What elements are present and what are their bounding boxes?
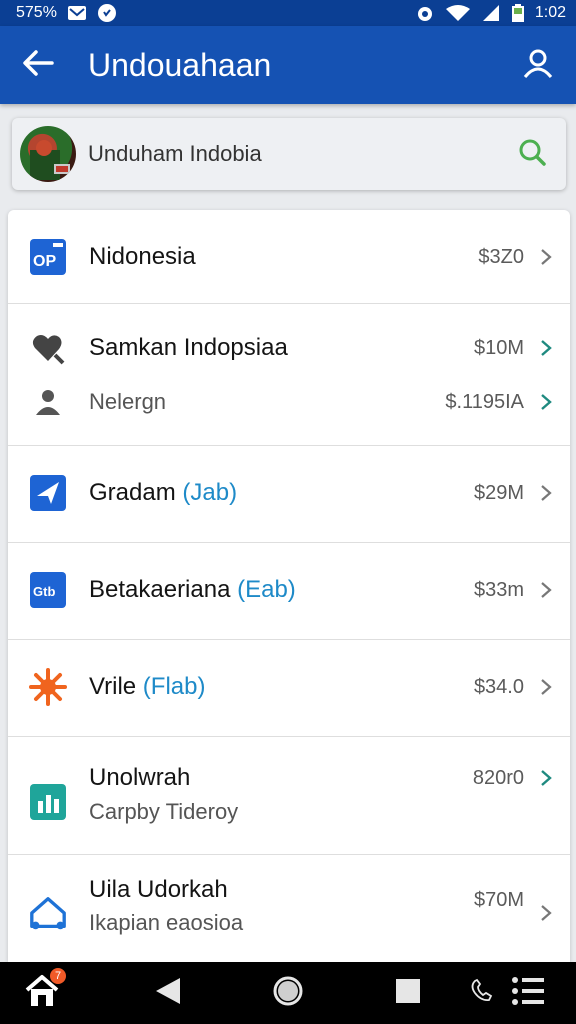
home-app-button[interactable]: 7 — [12, 962, 72, 1024]
item-title-text: Betakaeriana — [89, 576, 231, 603]
chevron-right-icon[interactable] — [538, 338, 554, 358]
chevron-right-icon[interactable] — [538, 580, 554, 600]
item-title: Samkan Indopsiaa — [89, 334, 288, 361]
item-subtitle: Ikapian eaosioa — [89, 910, 244, 935]
search-bar[interactable]: Unduham Indobia — [12, 118, 566, 190]
chevron-right-icon[interactable] — [538, 483, 554, 503]
item-size: $33m — [473, 578, 524, 601]
account-button[interactable] — [500, 26, 576, 104]
item-size: $3Z0 — [478, 245, 524, 268]
gtb-app-icon: Gtb — [28, 570, 68, 610]
search-button[interactable] — [512, 134, 552, 174]
home-icon: 7 — [24, 967, 66, 1013]
item-tag: (Jab) — [182, 479, 238, 506]
account-icon — [522, 47, 554, 84]
send-icon — [28, 473, 68, 513]
back-arrow-icon — [22, 49, 54, 81]
status-percent: 575% — [16, 4, 57, 21]
list-item[interactable]: Unolwrah 820r0 Carpby Tideroy — [8, 737, 570, 855]
home-circle-icon — [272, 975, 304, 1012]
mail-icon — [67, 5, 87, 21]
chevron-right-icon[interactable] — [538, 677, 554, 697]
page-title: Undouahaan — [88, 46, 272, 83]
nav-back-button[interactable] — [138, 962, 198, 1024]
item-size-secondary: $.1195IA — [445, 390, 524, 413]
wifi-icon — [445, 4, 471, 22]
item-size: $29M — [473, 481, 524, 504]
back-icon — [154, 976, 182, 1011]
alarm-icon — [415, 3, 435, 23]
avatar[interactable] — [20, 126, 76, 182]
notification-icon — [97, 3, 117, 23]
nav-home-button[interactable] — [258, 962, 318, 1024]
list-item[interactable]: Vrile (Flab) $34.0 — [8, 640, 570, 737]
signal-icon — [481, 4, 501, 22]
chevron-right-icon[interactable] — [538, 247, 554, 267]
chevron-right-icon[interactable] — [538, 903, 554, 923]
system-nav-bar: 7 — [0, 962, 576, 1024]
item-title: Vrile (Flab) — [89, 673, 205, 701]
app-op-icon: OP — [28, 237, 68, 277]
item-subtitle: Nelergn — [89, 389, 167, 414]
sun-icon — [28, 667, 68, 707]
chevron-right-icon[interactable] — [538, 768, 554, 788]
status-left: 575% — [16, 3, 117, 23]
download-list: OP Nidonesia $3Z0 Samkan Indopsiaa $10M … — [8, 210, 570, 962]
person-icon — [28, 382, 68, 422]
list-item[interactable]: Samkan Indopsiaa $10M Nelergn $.1195IA — [8, 304, 570, 446]
item-tag: (Flab) — [142, 673, 206, 700]
item-title-text: Gradam — [89, 479, 176, 506]
status-time: 1:02 — [534, 4, 566, 21]
item-title: Betakaeriana (Eab) — [89, 576, 296, 604]
phone-icon — [469, 978, 495, 1009]
item-title: Gradam (Jab) — [89, 479, 237, 507]
nav-recents-button[interactable] — [378, 962, 438, 1024]
menu-icon — [511, 976, 545, 1011]
heart-search-icon — [28, 328, 68, 368]
search-input[interactable]: Unduham Indobia — [76, 141, 512, 167]
back-button[interactable] — [0, 26, 76, 104]
status-right: 1:02 — [415, 3, 566, 23]
menu-button[interactable] — [498, 962, 558, 1024]
list-item[interactable]: Uila Udorkah $70M Ikapian eaosioa — [8, 855, 570, 962]
item-title-text: Vrile — [89, 673, 137, 700]
list-item[interactable]: Gtb Betakaeriana (Eab) $33m — [8, 543, 570, 640]
svg-text:OP: OP — [33, 253, 56, 270]
battery-icon — [511, 3, 525, 23]
item-size: $10M — [473, 336, 524, 359]
item-subtitle: Carpby Tideroy — [89, 799, 239, 824]
item-tag: (Eab) — [237, 576, 296, 603]
list-item[interactable]: OP Nidonesia $3Z0 — [8, 210, 570, 304]
home-badge: 7 — [50, 967, 66, 984]
svg-text:Gtb: Gtb — [33, 584, 55, 599]
item-title: Nidonesia — [89, 243, 196, 270]
search-icon — [517, 137, 547, 172]
app-bar: Undouahaan — [0, 26, 576, 104]
recents-icon — [395, 978, 421, 1009]
chevron-right-icon[interactable] — [538, 392, 554, 412]
list-item[interactable]: Gradam (Jab) $29M — [8, 446, 570, 543]
item-size: $34.0 — [473, 675, 524, 698]
status-bar: 575% 1:02 — [0, 0, 576, 26]
